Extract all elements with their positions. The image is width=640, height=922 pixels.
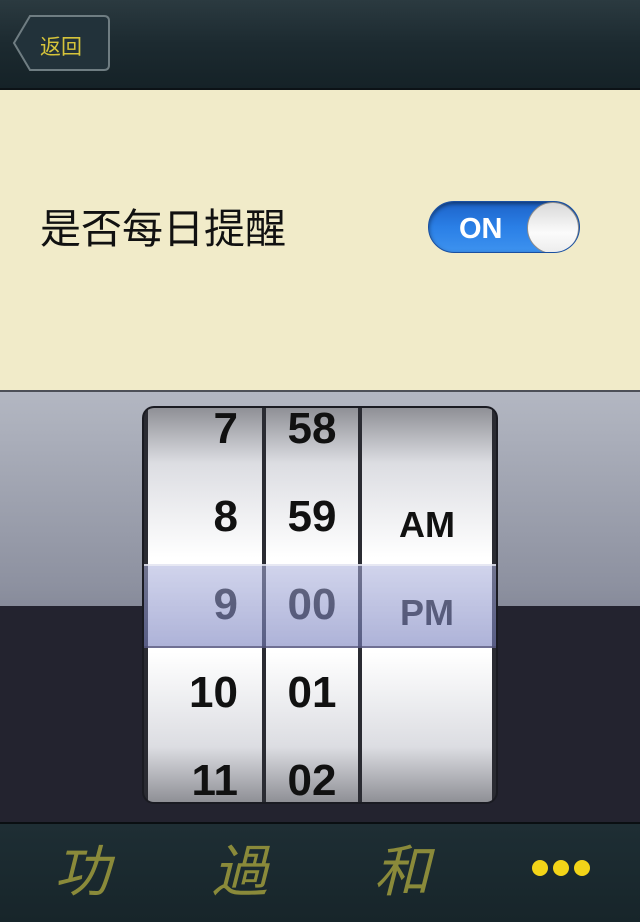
settings-panel: 是否每日提醒 ON bbox=[0, 90, 640, 392]
picker-selection-indicator bbox=[144, 564, 496, 648]
toggle-knob[interactable] bbox=[527, 202, 579, 252]
minute-item[interactable]: 01 bbox=[266, 668, 358, 718]
hour-item[interactable]: 7 bbox=[148, 408, 262, 454]
hour-item[interactable]: 10 bbox=[148, 668, 262, 718]
daily-reminder-label: 是否每日提醒 bbox=[40, 205, 286, 253]
hour-item[interactable]: 8 bbox=[148, 492, 262, 542]
minute-item[interactable]: 58 bbox=[266, 408, 358, 454]
period-item[interactable]: AM bbox=[362, 500, 492, 550]
toggle-on-label: ON bbox=[459, 213, 503, 245]
back-button-label: 返回 bbox=[40, 35, 82, 59]
back-button[interactable]: 返回 bbox=[12, 14, 110, 72]
hour-item[interactable]: 11 bbox=[148, 756, 262, 802]
nav-bar: 返回 bbox=[0, 0, 640, 90]
minute-item[interactable]: 59 bbox=[266, 492, 358, 542]
tab-he[interactable]: 和 bbox=[342, 834, 462, 912]
more-dots-icon[interactable] bbox=[532, 860, 590, 878]
tab-guo[interactable]: 過 bbox=[180, 834, 300, 912]
minute-item[interactable]: 02 bbox=[266, 756, 358, 802]
daily-reminder-toggle[interactable]: ON bbox=[428, 201, 580, 253]
tab-gong[interactable]: 功 bbox=[22, 834, 142, 912]
